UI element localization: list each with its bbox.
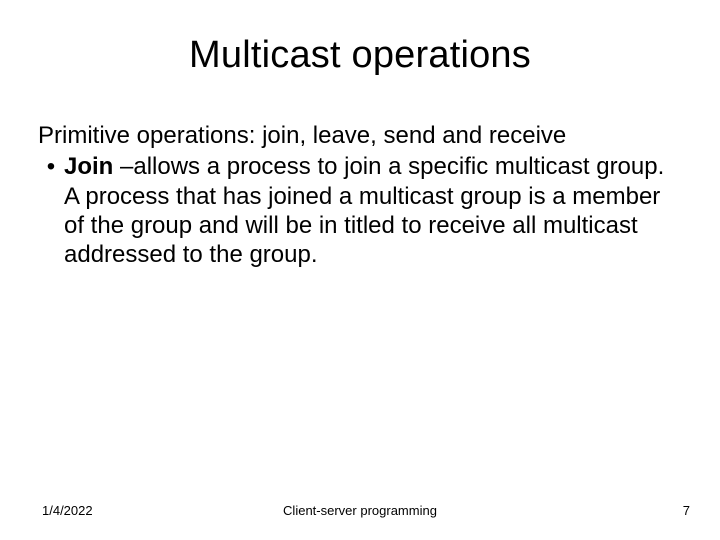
bullet-marker: • bbox=[38, 152, 64, 181]
slide-footer: 1/4/2022 Client-server programming 7 bbox=[0, 500, 720, 518]
bullet-term: Join bbox=[64, 153, 113, 180]
footer-page-number: 7 bbox=[683, 503, 690, 518]
slide-title: Multicast operations bbox=[38, 34, 682, 77]
intro-line: Primitive operations: join, leave, send … bbox=[38, 121, 682, 150]
slide-body: Primitive operations: join, leave, send … bbox=[38, 121, 682, 269]
bullet-text: Join –allows a process to join a specifi… bbox=[64, 152, 682, 269]
bullet-item: • Join –allows a process to join a speci… bbox=[38, 152, 682, 269]
footer-center: Client-server programming bbox=[0, 503, 720, 518]
bullet-rest: –allows a process to join a specific mul… bbox=[64, 153, 664, 268]
slide: Multicast operations Primitive operation… bbox=[0, 0, 720, 540]
